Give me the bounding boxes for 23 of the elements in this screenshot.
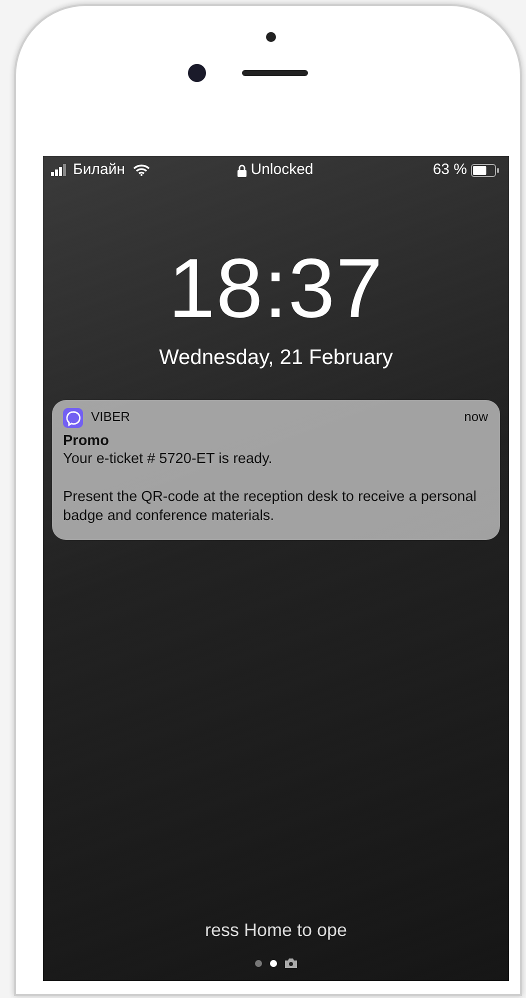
clock-time: 18:37 (167, 246, 385, 330)
speaker-grille (242, 70, 308, 76)
front-camera (188, 64, 206, 82)
notification-time: now (464, 409, 488, 426)
camera-dot (266, 32, 276, 42)
notification-card[interactable]: VIBER now Promo Your e-ticket # 5720-ET is ready. Present the QR-code at the reception desk to receive a personal badge and conference materials. (52, 400, 500, 540)
lock-status: Unlocked (250, 160, 314, 180)
unlock-hint: ress Home to ope (204, 919, 348, 942)
app-icon (63, 408, 83, 428)
camera-icon[interactable] (285, 958, 297, 968)
notification-text: Your e-ticket # 5720-ET is ready. (63, 450, 274, 470)
notification-text: Present the QR-code at the reception desk to receive a personal badge and conference materials. (63, 488, 478, 526)
notification-title: Promo (63, 432, 110, 450)
page-dot[interactable] (255, 960, 262, 966)
wifi-icon (132, 164, 150, 176)
page-dot[interactable] (270, 960, 277, 966)
signal-icon (51, 164, 69, 176)
carrier-name: Билайн (73, 160, 125, 180)
battery-percent: 63 % (432, 160, 468, 180)
clock-date: Wednesday, 21 February (158, 345, 394, 371)
app-name: VIBER (91, 409, 130, 426)
lock-icon (236, 164, 247, 176)
battery-icon (471, 164, 500, 176)
